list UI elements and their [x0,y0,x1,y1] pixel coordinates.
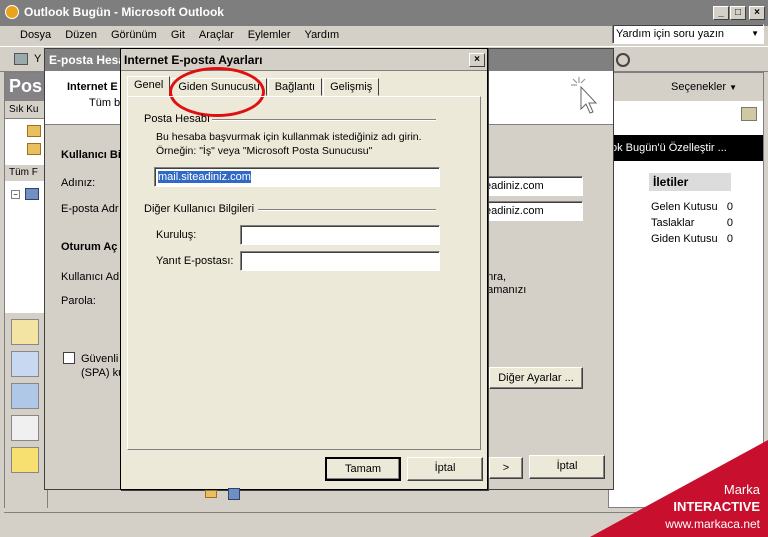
chevron-down-icon: ▼ [729,83,738,92]
list-item[interactable]: Giden Kutusu 0 [651,233,733,249]
email-field-2[interactable]: eadiniz.com [481,201,583,221]
password-label: Parola: [61,295,96,307]
cursor-graphic-icon [569,75,603,119]
folder-icon [27,125,41,137]
settings-close-button[interactable]: × [469,53,485,67]
nav-header: Pos [5,73,47,101]
nav-all-label: Tüm F [5,165,47,181]
toolbar-y-label: Y [34,53,42,65]
options-button[interactable]: Seçenekler ▼ [609,73,763,101]
description-text: Bu hesaba başvurmak için kullanmak isted… [156,131,422,143]
tab-gelismis[interactable]: Gelişmiş [323,78,380,96]
email-label: E-posta Adr [61,203,119,215]
shortcut-icon[interactable] [228,488,240,500]
watermark-line3: www.markaca.net [665,517,760,531]
mail-account-group-label: Posta Hesabı [144,113,211,125]
navigation-pane: Pos Sık Ku Tüm F − [4,72,48,509]
help-search-input[interactable]: Yardım için soru yazın ▼ [612,24,764,44]
settings-dialog-title: Internet E-posta Ayarları [124,53,263,67]
watermark-line2: INTERACTIVE [673,499,760,514]
folder-icon [27,143,41,155]
menu-dosya[interactable]: Dosya [20,29,51,46]
list-item[interactable]: Taslaklar 0 [651,217,733,233]
nav-buttons [5,313,47,509]
menu-araclar[interactable]: Araçlar [199,29,234,46]
name-label: Adınız: [61,177,96,189]
main-window-title: Outlook Bugün - Microsoft Outlook [24,5,224,19]
mailbox-icon [25,188,39,200]
email-field-1[interactable]: eadiniz.com [481,176,583,196]
notes-icon[interactable] [11,447,39,473]
ok-button[interactable]: Tamam [325,457,401,481]
messages-list: Gelen Kutusu 0 Taslaklar 0 Giden Kutusu 0 [651,201,733,249]
spa-checkbox[interactable] [63,352,75,364]
menu-gorunum[interactable]: Görünüm [111,29,157,46]
spa-label-2: (SPA) ku [81,367,125,379]
reply-email-label: Yanıt E-postası: [156,255,234,267]
settings-icon[interactable] [741,107,757,121]
settings-dialog: Internet E-posta Ayarları × Genel Giden … [120,48,488,490]
other-settings-button[interactable]: Diğer Ayarlar ... [489,367,583,389]
messages-header: İletiler [649,173,731,191]
other-user-group-label: Diğer Kullanıcı Bilgileri [144,203,255,215]
username-label: Kullanıcı Adı [61,271,123,283]
nav-subheader: Sık Ku [5,101,47,119]
menu-duzen[interactable]: Düzen [65,29,97,46]
group-divider [212,119,436,121]
account-name-input[interactable]: mail.siteadiniz.com [154,167,440,187]
list-item[interactable]: Gelen Kutusu 0 [651,201,733,217]
outlook-icon [5,5,19,19]
customize-link[interactable]: ok Bugün'ü Özelleştir ... [609,135,763,161]
menu-eylemler[interactable]: Eylemler [248,29,291,46]
menu-git[interactable]: Git [171,29,185,46]
tab-baglanti[interactable]: Bağlantı [267,78,323,96]
tasks-icon[interactable] [11,415,39,441]
tab-genel[interactable]: Genel [127,76,171,97]
print-icon[interactable] [14,53,28,65]
organization-label: Kuruluş: [156,229,197,241]
next-button[interactable]: > [489,457,523,479]
account-dialog-title: E-posta Hesa [49,53,126,67]
example-text: Örneğin: "İş" veya "Microsoft Posta Sunu… [156,145,373,157]
logon-heading: Oturum Aç [61,241,118,253]
minimize-button[interactable]: _ [713,6,729,20]
tab-panel: Posta Hesabı Bu hesaba başvurmak için ku… [127,96,481,450]
chevron-down-icon: ▼ [751,29,759,38]
header-title: Internet E [67,81,118,93]
close-button[interactable]: × [749,6,765,20]
menu-yardim[interactable]: Yardım [305,29,340,46]
search-icon[interactable] [616,53,630,67]
contacts-icon[interactable] [11,383,39,409]
user-info-heading: Kullanıcı Bi [61,149,121,161]
maximize-button[interactable]: □ [730,6,746,20]
reply-email-input[interactable] [240,251,440,271]
cancel-button[interactable]: İptal [407,457,483,481]
settings-title-bar: Internet E-posta Ayarları × [121,49,487,71]
folder-icon[interactable] [205,490,217,498]
calendar-icon[interactable] [11,351,39,377]
mail-icon[interactable] [11,319,39,345]
group-divider [258,209,436,211]
watermark-line1: Marka [723,482,760,497]
organization-input[interactable] [240,225,440,245]
tree-expander[interactable]: − [11,190,20,199]
watermark: Marka INTERACTIVE www.markaca.net [590,440,768,537]
main-title-bar: Outlook Bugün - Microsoft Outlook _ □ × [0,0,768,26]
